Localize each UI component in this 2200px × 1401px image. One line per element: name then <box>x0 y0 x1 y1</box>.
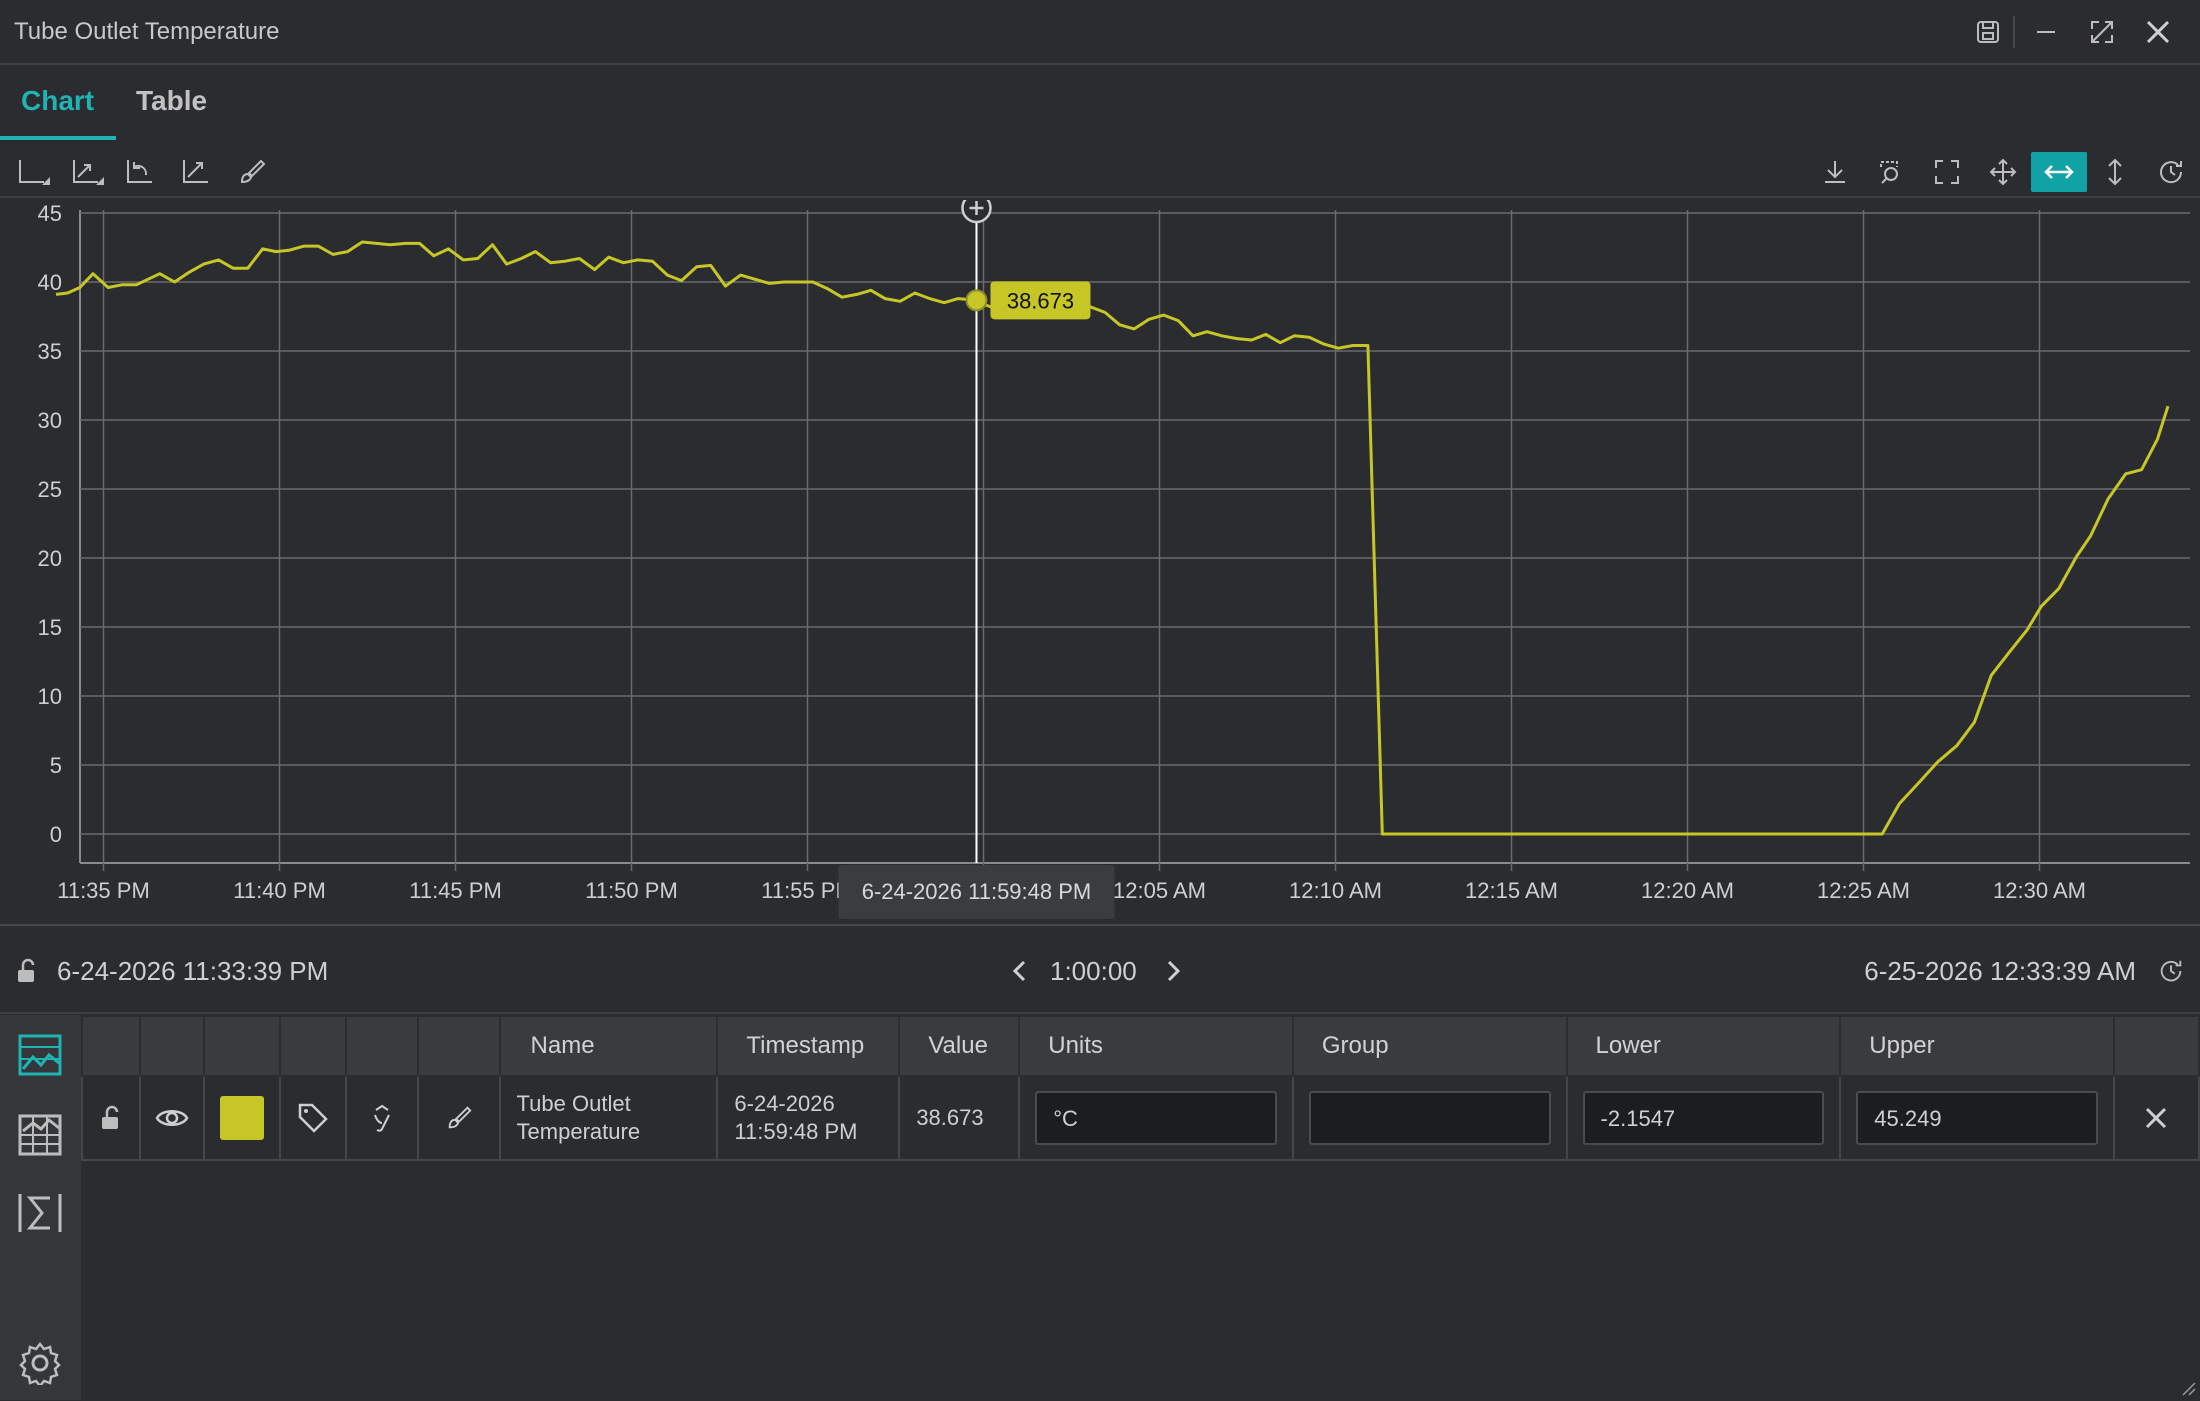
y-hat-icon[interactable] <box>347 1078 417 1158</box>
row-name-line2: Temperature <box>516 1119 641 1144</box>
brush-icon[interactable] <box>230 152 274 192</box>
series-color-swatch[interactable] <box>219 1096 264 1140</box>
y-tick-label: 15 <box>38 615 62 640</box>
col-header-timestamp[interactable]: Timestamp <box>716 1015 901 1077</box>
group-field[interactable] <box>1308 1091 1551 1145</box>
tag-icon[interactable] <box>281 1078 345 1158</box>
x-tick-label: 12:30 AM <box>1993 878 2086 903</box>
y-tick-label: 0 <box>50 822 62 847</box>
series-line-tube-outlet-temperature[interactable] <box>55 240 2170 836</box>
item-table-area: Name Timestamp Value Units Group Lower U… <box>81 1015 2200 1400</box>
y-tick-label: 25 <box>38 477 62 502</box>
undo-zoom-icon[interactable] <box>118 152 162 192</box>
time-range-bar: 6-24-2026 11:33:39 PM 1:00:00 6-25-2026 … <box>0 924 2200 1014</box>
range-start-time[interactable]: 6-24-2026 11:33:39 PM <box>57 956 328 987</box>
chart-legend-icon[interactable] <box>14 1029 66 1081</box>
col-header-units[interactable]: Units <box>1018 1015 1294 1077</box>
download-icon[interactable] <box>1813 152 1857 192</box>
horizontal-zoom-icon[interactable] <box>2031 152 2087 192</box>
row-value: 38.673 <box>916 1105 984 1130</box>
cursor-time-label: 6-24-2026 11:59:48 PM <box>862 879 1092 904</box>
row-timestamp-date: 6-24-2026 <box>734 1091 835 1116</box>
unlock-icon[interactable] <box>12 956 42 986</box>
range-end-time[interactable]: 6-25-2026 12:33:39 AM <box>1864 956 2136 987</box>
active-tab-indicator <box>0 136 116 140</box>
line-chart[interactable]: 0 5 10 15 20 25 30 35 40 45 11:35 PM 11:40 PM 11:45 … <box>0 200 2200 922</box>
y-tick-label: 40 <box>38 270 62 295</box>
left-sidebar <box>0 1015 81 1400</box>
pan-icon[interactable] <box>1981 152 2025 192</box>
y-tick-label: 30 <box>38 408 62 433</box>
tab-chart[interactable]: Chart <box>21 85 94 117</box>
col-header-name[interactable]: Name <box>498 1015 719 1077</box>
tab-table[interactable]: Table <box>136 85 207 117</box>
minimize-icon[interactable] <box>2028 14 2064 50</box>
x-tick-label: 12:15 AM <box>1465 878 1558 903</box>
vertical-zoom-icon[interactable] <box>2093 152 2137 192</box>
x-tick-label: 11:40 PM <box>233 878 326 903</box>
upper-limit-field[interactable]: 45.249 <box>1856 1091 2098 1145</box>
y-tick-label: 35 <box>38 339 62 364</box>
x-tick-label: 12:20 AM <box>1641 878 1734 903</box>
lower-limit-field[interactable]: -2.1547 <box>1582 1091 1825 1145</box>
row-brush-icon[interactable] <box>419 1078 499 1158</box>
zoom-select-icon[interactable] <box>1869 152 1913 192</box>
close-window-icon[interactable] <box>2140 14 2176 50</box>
settings-icon[interactable] <box>14 1337 66 1389</box>
resize-grip-icon[interactable] <box>2180 1380 2196 1396</box>
cursor-value-label: 38.673 <box>1007 288 1074 313</box>
x-tick-label: 12:10 AM <box>1289 878 1382 903</box>
tab-bar: Chart Table <box>0 67 2200 141</box>
save-icon[interactable] <box>1970 14 2006 50</box>
row-timestamp-time: 11:59:48 PM <box>734 1119 858 1144</box>
titlebar-divider <box>2013 16 2015 48</box>
title-bar: Tube Outlet Temperature <box>0 0 2200 65</box>
previous-range-icon[interactable] <box>1005 956 1035 986</box>
col-header-value[interactable]: Value <box>898 1015 1021 1077</box>
x-tick-label: 12:25 AM <box>1817 878 1910 903</box>
row-name-line1: Tube Outlet <box>516 1091 631 1116</box>
item-table: Name Timestamp Value Units Group Lower U… <box>81 1015 2200 1161</box>
y-tick-label: 10 <box>38 684 62 709</box>
history-icon[interactable] <box>2149 152 2193 192</box>
col-header-upper[interactable]: Upper <box>1839 1015 2115 1077</box>
x-axis-icon[interactable] <box>12 152 56 192</box>
y-tick-label: 20 <box>38 546 62 571</box>
y-tick-label: 45 <box>38 201 62 226</box>
table-header-row: Name Timestamp Value Units Group Lower U… <box>81 1015 2200 1077</box>
x-tick-label: 11:45 PM <box>409 878 502 903</box>
y-tick-label: 5 <box>50 753 62 778</box>
remove-item-icon[interactable] <box>2115 1078 2198 1158</box>
maximize-icon[interactable] <box>2084 14 2120 50</box>
visibility-eye-icon[interactable] <box>141 1078 203 1158</box>
units-field[interactable]: °C <box>1035 1091 1277 1145</box>
x-tick-label: 12:05 AM <box>1113 878 1206 903</box>
window-title: Tube Outlet Temperature <box>14 18 280 45</box>
x-tick-label: 11:50 PM <box>585 878 678 903</box>
reset-range-icon[interactable] <box>2156 956 2186 986</box>
cursor-point <box>965 289 988 312</box>
y-axis-icon[interactable] <box>66 152 110 192</box>
trend-icon[interactable] <box>174 152 218 192</box>
table-row: Tube Outlet Temperature 6-24-2026 11:59:… <box>81 1075 2200 1161</box>
row-lock-icon[interactable] <box>83 1078 139 1158</box>
chart-toolbar <box>0 146 2200 198</box>
range-duration[interactable]: 1:00:00 <box>1050 956 1137 987</box>
col-header-lower[interactable]: Lower <box>1565 1015 1842 1077</box>
col-header-group[interactable]: Group <box>1291 1015 1568 1077</box>
x-tick-label: 11:35 PM <box>57 878 150 903</box>
fullscreen-icon[interactable] <box>1925 152 1969 192</box>
formula-icon[interactable] <box>14 1187 66 1239</box>
chart-list-icon[interactable] <box>14 1109 66 1161</box>
next-range-icon[interactable] <box>1158 956 1188 986</box>
